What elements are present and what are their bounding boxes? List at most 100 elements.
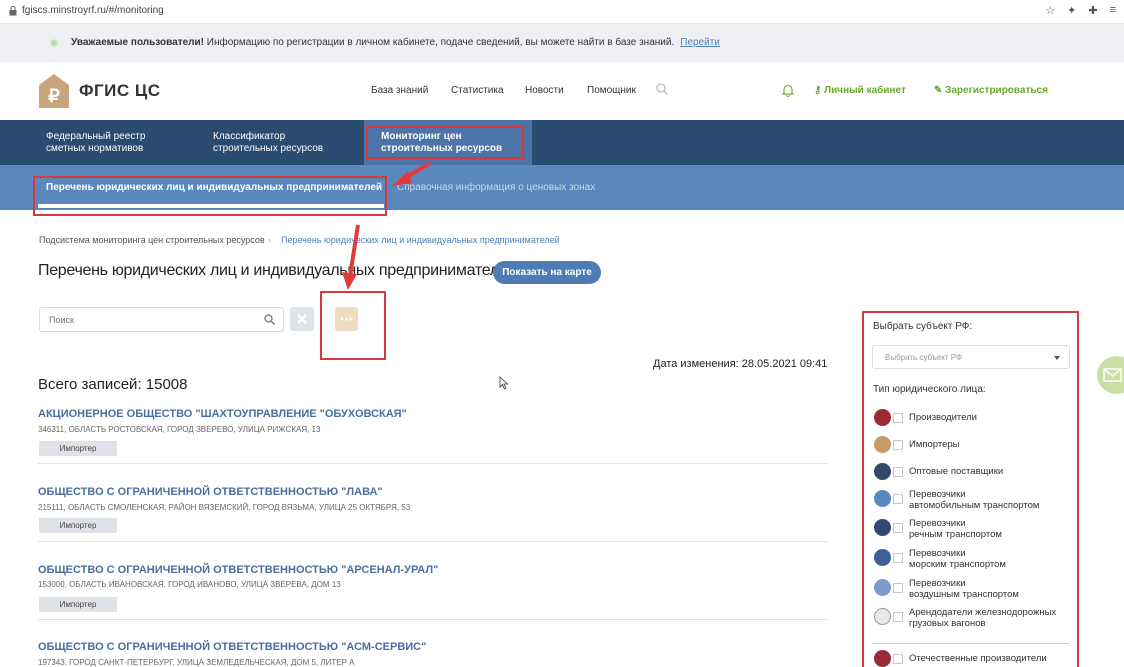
record-tag: Импортер xyxy=(39,597,117,612)
record-tag: Импортер xyxy=(39,441,117,456)
register-label: Зарегистрироваться xyxy=(945,85,1048,96)
highlight-frame-entities xyxy=(33,176,387,216)
sub-item-price-zones[interactable]: Справочная информация о ценовых зонах xyxy=(397,182,595,193)
type-label: Тип юридического лица: xyxy=(873,384,986,395)
mouse-cursor-icon xyxy=(499,376,509,390)
highlight-frame-more xyxy=(320,291,386,360)
type-label-line1: Перевозчики xyxy=(909,578,966,589)
type-icon xyxy=(874,436,891,453)
type-label-line2: речным транспортом xyxy=(909,529,1002,540)
type-icon xyxy=(874,549,891,566)
type-label-line1: Перевозчики xyxy=(909,548,966,559)
svg-text:₽: ₽ xyxy=(48,86,60,106)
search-icon[interactable] xyxy=(264,314,275,325)
show-on-map-button[interactable]: Показать на карте xyxy=(493,261,601,284)
type-checkbox[interactable] xyxy=(893,612,903,622)
type-label-line1: Импортеры xyxy=(909,439,960,450)
register-icon: ✎ xyxy=(934,85,946,96)
nav-knowledge-base[interactable]: База знаний xyxy=(371,85,428,96)
type-label-text: Перевозчики автомобильным транспортом xyxy=(909,489,1039,511)
notice-text: Уважаемые пользователи! Информацию по ре… xyxy=(71,37,720,48)
date-changed: Дата изменения: 28.05.2021 09:41 xyxy=(653,358,828,370)
browser-address-bar[interactable]: fgiscs.minstroyrf.ru/#/monitoring ☆ ✦ ✚ … xyxy=(0,0,1124,24)
type-checkbox[interactable] xyxy=(893,440,903,450)
record-address: 197343, ГОРОД САНКТ-ПЕТЕРБУРГ, УЛИЦА ЗЕМ… xyxy=(38,658,355,667)
menu-item-classifier[interactable]: Классификатор строительных ресурсов xyxy=(213,131,323,155)
menu-item-federal-register[interactable]: Федеральный реестр сметных нормативов xyxy=(46,131,145,155)
bell-icon[interactable] xyxy=(781,83,795,97)
notice-link[interactable]: Перейти xyxy=(680,37,720,48)
total-records: Всего записей: 15008 xyxy=(38,376,188,393)
chevron-down-icon xyxy=(1054,356,1060,360)
search-icon[interactable] xyxy=(656,83,668,95)
nav-news[interactable]: Новости xyxy=(525,85,564,96)
record-address: 153000, ОБЛАСТЬ ИВАНОВСКАЯ, ГОРОД ИВАНОВ… xyxy=(38,580,341,589)
type-label-text: Перевозчики воздушным транспортом xyxy=(909,578,1019,600)
type-label-line2: воздушным транспортом xyxy=(909,589,1019,600)
breadcrumb-separator: › xyxy=(268,235,271,245)
type-icon xyxy=(874,463,891,480)
register-link[interactable]: ✎ Зарегистрироваться xyxy=(934,85,1048,96)
record-name[interactable]: АКЦИОНЕРНОЕ ОБЩЕСТВО "ШАХТОУПРАВЛЕНИЕ "О… xyxy=(38,408,407,420)
type-label-line2: морским транспортом xyxy=(909,559,1006,570)
highlight-frame-monitoring xyxy=(366,126,524,159)
type-label-line1: Оптовые поставщики xyxy=(909,466,1004,477)
mail-icon[interactable] xyxy=(1097,356,1124,394)
menu-icon[interactable]: ≡ xyxy=(1110,4,1116,17)
record-address: 346311, ОБЛАСТЬ РОСТОВСКАЯ, ГОРОД ЗВЕРЕВ… xyxy=(38,425,321,434)
subject-select[interactable]: Выбрать субъект РФ xyxy=(872,345,1070,369)
type-label-line2: автомобильным транспортом xyxy=(909,500,1040,511)
cabinet-label: Личный кабинет xyxy=(824,85,906,96)
cabinet-link[interactable]: ⚷ Личный кабинет xyxy=(814,85,906,96)
clear-search-button[interactable] xyxy=(290,307,314,331)
subject-select-placeholder: Выбрать субъект РФ xyxy=(885,353,963,362)
domestic-checkbox[interactable] xyxy=(893,654,903,664)
key-icon: ⚷ xyxy=(814,85,825,96)
type-icon xyxy=(874,519,891,536)
domestic-producer-icon xyxy=(874,650,891,667)
type-label-text: Оптовые поставщики xyxy=(909,466,1003,477)
type-label-line1: Перевозчики xyxy=(909,518,966,529)
logo-icon[interactable]: ₽ xyxy=(38,73,70,109)
logo-text[interactable]: ФГИС ЦС xyxy=(79,81,161,101)
info-dot-icon xyxy=(49,38,59,48)
type-checkbox[interactable] xyxy=(893,523,903,533)
menu-item-line1: Классификатор xyxy=(213,131,286,142)
notice-body: Информацию по регистрации в личном кабин… xyxy=(204,37,675,48)
nav-statistics[interactable]: Статистика xyxy=(451,85,504,96)
star-icon[interactable]: ☆ xyxy=(1045,4,1055,17)
type-icon xyxy=(874,579,891,596)
type-label-line1: Перевозчики xyxy=(909,489,966,500)
type-label-text: Производители xyxy=(909,412,977,423)
subject-label: Выбрать субъект РФ: xyxy=(873,321,973,332)
url-text[interactable]: fgiscs.minstroyrf.ru/#/monitoring xyxy=(22,5,164,16)
record-address: 215111, ОБЛАСТЬ СМОЛЕНСКАЯ, РАЙОН ВЯЗЕМС… xyxy=(38,503,411,512)
breadcrumb-root[interactable]: Подсистема мониторинга цен строительных … xyxy=(39,235,265,245)
nav-assistant[interactable]: Помощник xyxy=(587,85,636,96)
type-checkbox[interactable] xyxy=(893,583,903,593)
type-checkbox[interactable] xyxy=(893,467,903,477)
page-title: Перечень юридических лиц и индивидуальны… xyxy=(38,262,517,279)
domestic-label: Отечественные производители xyxy=(909,653,1047,664)
type-label-text: Импортеры xyxy=(909,439,960,450)
record-name[interactable]: ОБЩЕСТВО С ОГРАНИЧЕННОЙ ОТВЕТСТВЕННОСТЬЮ… xyxy=(38,641,426,653)
search-field[interactable] xyxy=(39,307,284,332)
record-divider xyxy=(38,619,828,620)
type-label-line1: Производители xyxy=(909,412,977,423)
puzzle-icon[interactable]: ✚ xyxy=(1088,4,1097,17)
type-label-line1: Арендодатели железнодорожных xyxy=(909,607,1057,618)
type-label-text: Перевозчики морским транспортом xyxy=(909,548,1006,570)
type-checkbox[interactable] xyxy=(893,494,903,504)
record-name[interactable]: ОБЩЕСТВО С ОГРАНИЧЕННОЙ ОТВЕТСТВЕННОСТЬЮ… xyxy=(38,486,383,498)
type-icon xyxy=(874,608,891,625)
notice-banner: Уважаемые пользователи! Информацию по ре… xyxy=(0,24,1124,62)
type-label-text: Арендодатели железнодорожных грузовых ваг… xyxy=(909,607,1056,629)
type-label-line2: грузовых вагонов xyxy=(909,618,986,629)
record-name[interactable]: ОБЩЕСТВО С ОГРАНИЧЕННОЙ ОТВЕТСТВЕННОСТЬЮ… xyxy=(38,564,438,576)
type-label-text: Перевозчики речным транспортом xyxy=(909,518,1002,540)
type-checkbox[interactable] xyxy=(893,413,903,423)
search-input[interactable] xyxy=(40,308,250,331)
type-checkbox[interactable] xyxy=(893,553,903,563)
extension-icon[interactable]: ✦ xyxy=(1067,4,1076,17)
menu-item-line2: сметных нормативов xyxy=(46,143,144,154)
